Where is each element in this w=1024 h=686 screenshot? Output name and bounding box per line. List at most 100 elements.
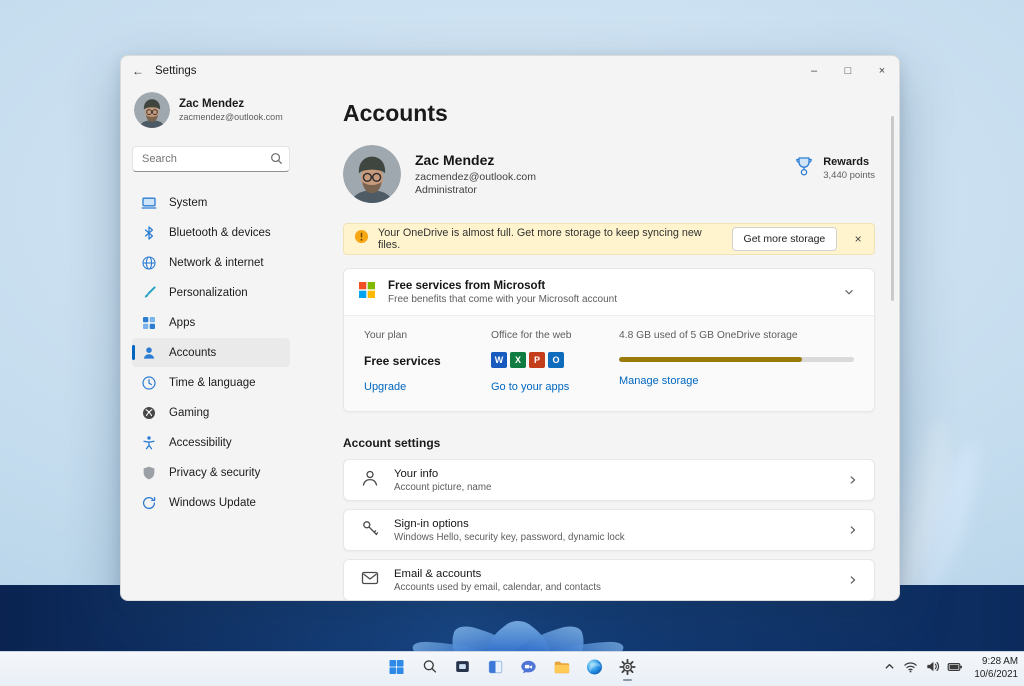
sign-in-options-row[interactable]: Sign-in options Windows Hello, security … <box>343 509 875 551</box>
close-button[interactable]: × <box>865 56 899 86</box>
personalization-icon <box>141 285 157 301</box>
get-more-storage-button[interactable]: Get more storage <box>731 227 838 251</box>
chevron-right-icon <box>846 473 860 487</box>
onedrive-warning-banner: Your OneDrive is almost full. Get more s… <box>343 223 875 255</box>
taskbar-search-button[interactable] <box>417 656 443 682</box>
chat-button[interactable] <box>516 656 542 682</box>
start-button[interactable] <box>384 656 410 682</box>
start-icon <box>388 658 406 681</box>
taskbar: 9:28 AM 10/6/2021 <box>0 651 1024 686</box>
sidebar-item-time-language[interactable]: Time & language <box>132 368 290 397</box>
battery-icon[interactable] <box>947 659 963 680</box>
profile-email: zacmendez@outlook.com <box>415 171 536 183</box>
plan-details: Your plan Free services Upgrade Office f… <box>344 315 874 411</box>
go-to-apps-link[interactable]: Go to your apps <box>491 381 619 393</box>
sidebar-item-label: System <box>169 196 208 209</box>
back-icon: ← <box>132 64 144 78</box>
task-view-button[interactable] <box>450 656 476 682</box>
upgrade-link[interactable]: Upgrade <box>364 381 491 393</box>
widgets-icon <box>487 658 505 681</box>
volume-icon[interactable] <box>925 659 940 679</box>
sidebar-item-label: Gaming <box>169 406 210 419</box>
file-explorer-icon <box>553 658 571 681</box>
main-content: Accounts Zac Mendez zacmendez@outlook.co… <box>343 86 875 600</box>
settings-window: ← Settings – □ × Zac Mendez zacmendez@ou… <box>120 55 900 601</box>
close-icon: × <box>878 65 886 77</box>
storage-column: 4.8 GB used of 5 GB OneDrive storage Man… <box>619 330 854 393</box>
sidebar-item-network-internet[interactable]: Network & internet <box>132 248 290 277</box>
office-column: Office for the web W X P O Go to your ap… <box>491 330 619 393</box>
sidebar-item-privacy-security[interactable]: Privacy & security <box>132 458 290 487</box>
sidebar-item-label: Time & language <box>169 376 256 389</box>
wifi-icon[interactable] <box>903 659 918 679</box>
edge-icon <box>586 658 604 681</box>
sidebar-item-bluetooth-devices[interactable]: Bluetooth & devices <box>132 218 290 247</box>
magnifier-icon <box>270 152 283 170</box>
manage-storage-link[interactable]: Manage storage <box>619 375 854 387</box>
your-plan-header: Your plan <box>364 330 408 341</box>
account-settings-list: Your info Account picture, name Sign-in … <box>343 459 875 600</box>
scrollbar-thumb[interactable] <box>891 116 894 301</box>
taskbar-icons <box>384 652 641 686</box>
file-explorer-button[interactable] <box>549 656 575 682</box>
storage-progress-fill <box>619 357 803 362</box>
free-services-header[interactable]: Free services from Microsoft Free benefi… <box>344 269 874 315</box>
sidebar-item-apps[interactable]: Apps <box>132 308 290 337</box>
email-accounts-row[interactable]: Email & accounts Accounts used by email,… <box>343 559 875 600</box>
sidebar-item-label: Bluetooth & devices <box>169 226 271 239</box>
sidebar-item-accessibility[interactable]: Accessibility <box>132 428 290 457</box>
chevron-up-icon[interactable] <box>883 660 896 678</box>
widgets-button[interactable] <box>483 656 509 682</box>
accessibility-icon <box>141 435 157 451</box>
window-controls: – □ × <box>797 56 899 86</box>
desktop: ← Settings – □ × Zac Mendez zacmendez@ou… <box>0 0 1024 686</box>
sidebar: Zac Mendez zacmendez@outlook.com System … <box>132 90 290 517</box>
storage-progress-bar <box>619 357 854 362</box>
chevron-down-icon[interactable] <box>838 281 860 303</box>
sidebar-nav: System Bluetooth & devices Network & int… <box>132 188 290 517</box>
sidebar-item-system[interactable]: System <box>132 188 290 217</box>
row-title: Sign-in options <box>394 517 469 530</box>
rewards-widget[interactable]: Rewards 3,440 points <box>793 155 875 182</box>
sidebar-item-personalization[interactable]: Personalization <box>132 278 290 307</box>
powerpoint-icon: P <box>529 352 545 368</box>
settings-taskbar-button[interactable] <box>615 656 641 682</box>
row-subtitle: Account picture, name <box>394 481 492 493</box>
office-app-icons: W X P O <box>491 352 619 368</box>
storage-header: 4.8 GB used of 5 GB OneDrive storage <box>619 330 798 341</box>
page-title: Accounts <box>343 100 448 126</box>
gaming-icon <box>141 405 157 421</box>
sidebar-item-label: Network & internet <box>169 256 264 269</box>
sidebar-user-card[interactable]: Zac Mendez zacmendez@outlook.com <box>132 90 290 130</box>
sidebar-item-label: Accounts <box>169 346 217 359</box>
row-subtitle: Windows Hello, security key, password, d… <box>394 531 625 543</box>
rewards-points: 3,440 points <box>823 170 875 181</box>
back-button[interactable]: ← <box>121 56 155 86</box>
profile-avatar <box>343 145 401 203</box>
running-app-indicator <box>623 678 632 681</box>
chat-icon <box>520 658 538 681</box>
user-avatar <box>134 92 170 128</box>
sidebar-item-gaming[interactable]: Gaming <box>132 398 290 427</box>
privacy-icon <box>141 465 157 481</box>
maximize-button[interactable]: □ <box>831 56 865 86</box>
envelope-icon <box>360 568 380 593</box>
office-header: Office for the web <box>491 330 572 341</box>
sidebar-item-label: Apps <box>169 316 196 329</box>
profile-name: Zac Mendez <box>415 152 495 168</box>
edge-button[interactable] <box>582 656 608 682</box>
your-info-row[interactable]: Your info Account picture, name <box>343 459 875 501</box>
sidebar-item-accounts[interactable]: Accounts <box>132 338 290 367</box>
outlook-icon: O <box>548 352 564 368</box>
plan-name: Free services <box>364 354 441 368</box>
search-input[interactable] <box>132 146 290 172</box>
person-icon <box>360 468 380 493</box>
settings-gear-icon <box>619 658 637 681</box>
sidebar-item-label: Windows Update <box>169 496 256 509</box>
sidebar-item-windows-update[interactable]: Windows Update <box>132 488 290 517</box>
taskbar-clock[interactable]: 9:28 AM 10/6/2021 <box>974 656 1018 682</box>
search-icon <box>421 658 438 680</box>
sidebar-item-label: Personalization <box>169 286 248 299</box>
banner-close-button[interactable]: × <box>848 229 868 249</box>
minimize-button[interactable]: – <box>797 56 831 86</box>
